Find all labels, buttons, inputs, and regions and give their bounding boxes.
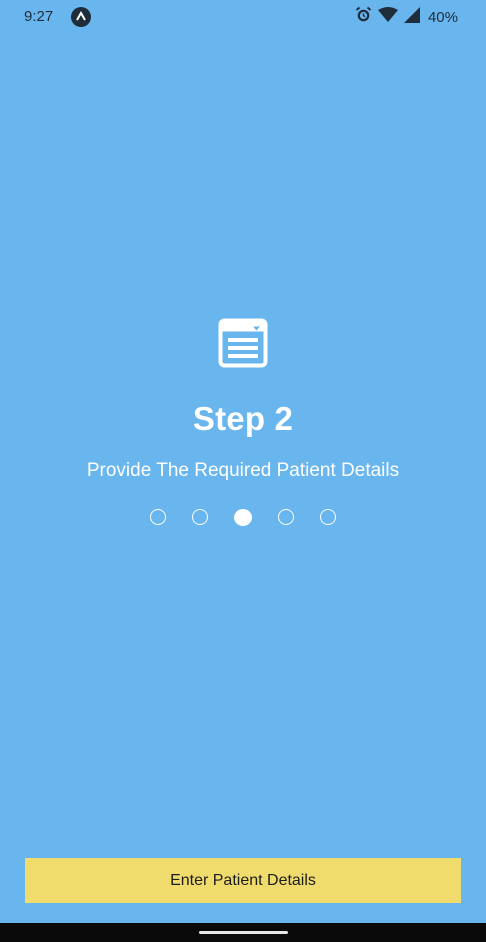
status-bar: 9:27 40%: [0, 0, 486, 34]
onboarding-step: Step 2 Provide The Required Patient Deta…: [0, 318, 486, 526]
status-time: 9:27: [24, 8, 54, 25]
step-dot-3-active: [234, 509, 252, 526]
step-dot-5: [320, 509, 336, 525]
step-title: Step 2: [192, 400, 294, 437]
wifi-icon: [377, 6, 398, 28]
form-document-icon: [218, 318, 268, 368]
signal-icon: [403, 6, 420, 28]
step-dot-2: [192, 509, 208, 525]
app-notification-icon: [71, 7, 91, 27]
battery-percentage: 40%: [427, 8, 458, 26]
alarm-icon: [355, 6, 372, 28]
step-indicator: [0, 509, 486, 526]
enter-patient-details-button[interactable]: Enter Patient Details: [25, 858, 461, 903]
step-dot-1: [150, 509, 166, 525]
home-indicator[interactable]: [199, 931, 288, 934]
navigation-bar: [0, 923, 486, 942]
step-dot-4: [278, 509, 294, 525]
step-subtitle: Provide The Required Patient Details: [86, 460, 400, 481]
status-icons: 40%: [355, 6, 458, 28]
